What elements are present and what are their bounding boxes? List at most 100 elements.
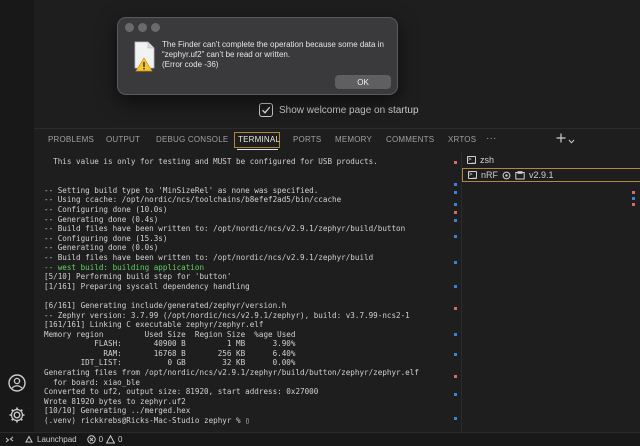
- welcome-toggle[interactable]: Show welcome page on startup: [259, 103, 419, 117]
- terminal-line: [5/10] Performing build step for 'button…: [44, 272, 232, 282]
- scroll-marker: [454, 393, 457, 396]
- terminal-line: -- west build: building application: [44, 262, 205, 272]
- terminal-line: Converted to uf2, output size: 81920, st…: [44, 387, 319, 397]
- scroll-marker: [454, 235, 457, 238]
- terminal-prompt-icon: >_: [468, 171, 477, 179]
- chevron-down-icon[interactable]: [568, 135, 575, 148]
- terminal-line: for board: xiao_ble: [44, 377, 141, 387]
- panel-tab-bar: PROBLEMS OUTPUT DEBUG CONSOLE TERMINAL P…: [34, 129, 640, 151]
- zoom-window-button[interactable]: [151, 23, 160, 32]
- account-icon[interactable]: [6, 372, 28, 394]
- terminal-line: -- Build files have been written to: /op…: [44, 252, 374, 262]
- remote-indicator[interactable]: [0, 435, 19, 444]
- finder-error-dialog: The Finder can’t complete the operation …: [117, 17, 398, 95]
- terminal-line: -- Generating done (0.4s): [44, 214, 159, 224]
- terminal-scroll-markers: [454, 157, 460, 433]
- scroll-marker: [454, 191, 457, 194]
- scroll-marker: [454, 353, 457, 356]
- terminal-line: RAM: 16768 B 256 KB 6.40%: [44, 348, 296, 358]
- warning-icon: [106, 435, 116, 444]
- more-tabs-icon[interactable]: ···: [486, 133, 497, 144]
- tab-comments[interactable]: COMMENTS: [386, 135, 434, 144]
- dialog-message-text: The Finder can’t complete the operation …: [162, 40, 384, 59]
- terminal-item-nrf[interactable]: >_ nRF v2.9.1: [462, 168, 640, 182]
- terminal-line: [1/161] Preparing syscall dependency han…: [44, 281, 250, 291]
- terminal-line: -- Configuring done (10.0s): [44, 204, 168, 214]
- terminal-line: -- Build files have been written to: /op…: [44, 224, 406, 234]
- scroll-marker: [454, 203, 457, 206]
- tab-xrtos[interactable]: XRTOS: [448, 135, 476, 144]
- terminal-line: IDT_LIST: 0 GB 32 KB 0.00%: [44, 358, 296, 368]
- status-bar: Launchpad 0 0: [0, 432, 640, 446]
- activity-bar: [0, 0, 34, 432]
- terminal-prompt-icon: >_: [467, 156, 476, 164]
- bottom-panel: PROBLEMS OUTPUT DEBUG CONSOLE TERMINAL P…: [34, 128, 640, 433]
- remote-icon: [5, 436, 14, 443]
- scroll-marker: [454, 211, 457, 214]
- terminal-line: Generating files from /opt/nordic/ncs/v2…: [44, 368, 419, 378]
- dialog-error-code: (Error code -36): [162, 60, 219, 69]
- scroll-marker: [454, 161, 457, 164]
- terminal-line: [6/161] Generating include/generated/zep…: [44, 300, 287, 310]
- terminal-list: >_ zsh >_ nRF v2.9.1: [461, 151, 640, 433]
- scroll-marker: [454, 375, 457, 378]
- tab-debug-console[interactable]: DEBUG CONSOLE: [156, 135, 228, 144]
- warning-count: 0: [118, 435, 123, 444]
- scroll-marker: [454, 183, 457, 186]
- problems-indicator[interactable]: 0 0: [82, 435, 128, 444]
- terminal-item-zsh[interactable]: >_ zsh: [462, 153, 640, 167]
- terminal-line: [161/161] Linking C executable zephyr/ze…: [44, 320, 264, 330]
- active-tab-indicator: [237, 149, 278, 150]
- terminal-line: -- Using ccache: /opt/nordic/ncs/toolcha…: [44, 195, 342, 205]
- ok-button[interactable]: OK: [335, 75, 391, 89]
- scroll-marker: [632, 197, 635, 200]
- scroll-marker: [454, 307, 457, 310]
- tab-output[interactable]: OUTPUT: [106, 135, 140, 144]
- terminal-item-version: v2.9.1: [529, 170, 554, 180]
- tab-memory[interactable]: MEMORY: [335, 135, 372, 144]
- tab-problems[interactable]: PROBLEMS: [48, 135, 94, 144]
- scroll-marker: [454, 261, 457, 264]
- error-icon: [86, 435, 96, 444]
- error-count: 0: [98, 435, 104, 444]
- terminal-line: This value is only for testing and MUST …: [44, 157, 378, 166]
- tab-ports[interactable]: PORTS: [293, 135, 321, 144]
- checkmark-icon: [262, 106, 271, 114]
- terminal-line: Memory region Used Size Region Size %age…: [44, 329, 296, 339]
- scroll-marker: [454, 417, 457, 420]
- terminal-item-label: zsh: [480, 155, 495, 165]
- terminal-line: Wrote 81920 bytes to zephyr.uf2: [44, 396, 186, 406]
- terminal-list-scroll-markers: [632, 157, 638, 433]
- terminal-line: FLASH: 40900 B 1 MB 3.90%: [44, 339, 296, 349]
- close-window-button[interactable]: [125, 23, 134, 32]
- minimize-window-button[interactable]: [138, 23, 147, 32]
- welcome-label: Show welcome page on startup: [279, 104, 419, 116]
- launchpad-label: Launchpad: [37, 435, 77, 444]
- tab-terminal[interactable]: TERMINAL: [238, 135, 280, 144]
- terminal-item-label: nRF: [481, 170, 499, 180]
- dialog-message: The Finder can’t complete the operation …: [162, 40, 394, 70]
- scroll-marker: [632, 203, 635, 206]
- terminal-line: -- Setting build type to 'MinSizeRel' as…: [44, 185, 319, 195]
- scroll-marker: [632, 191, 635, 194]
- nrf-gear-icon: [502, 171, 511, 179]
- scroll-marker: [454, 219, 457, 222]
- terminal-line: -- Generating done (0.0s): [44, 243, 159, 253]
- settings-gear-icon[interactable]: [6, 404, 28, 426]
- scroll-marker: [454, 285, 457, 288]
- launchpad-icon: [25, 435, 33, 443]
- terminal-line: -- Configuring done (15.3s): [44, 233, 168, 243]
- new-terminal-plus-icon[interactable]: [556, 133, 566, 146]
- welcome-checkbox[interactable]: [259, 103, 273, 117]
- terminal-line: [10/10] Generating ../merged.hex: [44, 406, 191, 416]
- terminal-line: (.venv) rickkrebs@Ricks-Mac-Studio zephy…: [44, 416, 250, 426]
- terminal-output[interactable]: This value is only for testing and MUST …: [44, 157, 448, 433]
- launchpad-item[interactable]: Launchpad: [19, 435, 82, 444]
- scroll-marker: [454, 333, 457, 336]
- terminal-line: -- Zephyr version: 3.7.99 (/opt/nordic/n…: [44, 310, 410, 320]
- finder-warning-icon: [132, 40, 158, 72]
- sdk-box-icon: [515, 170, 525, 179]
